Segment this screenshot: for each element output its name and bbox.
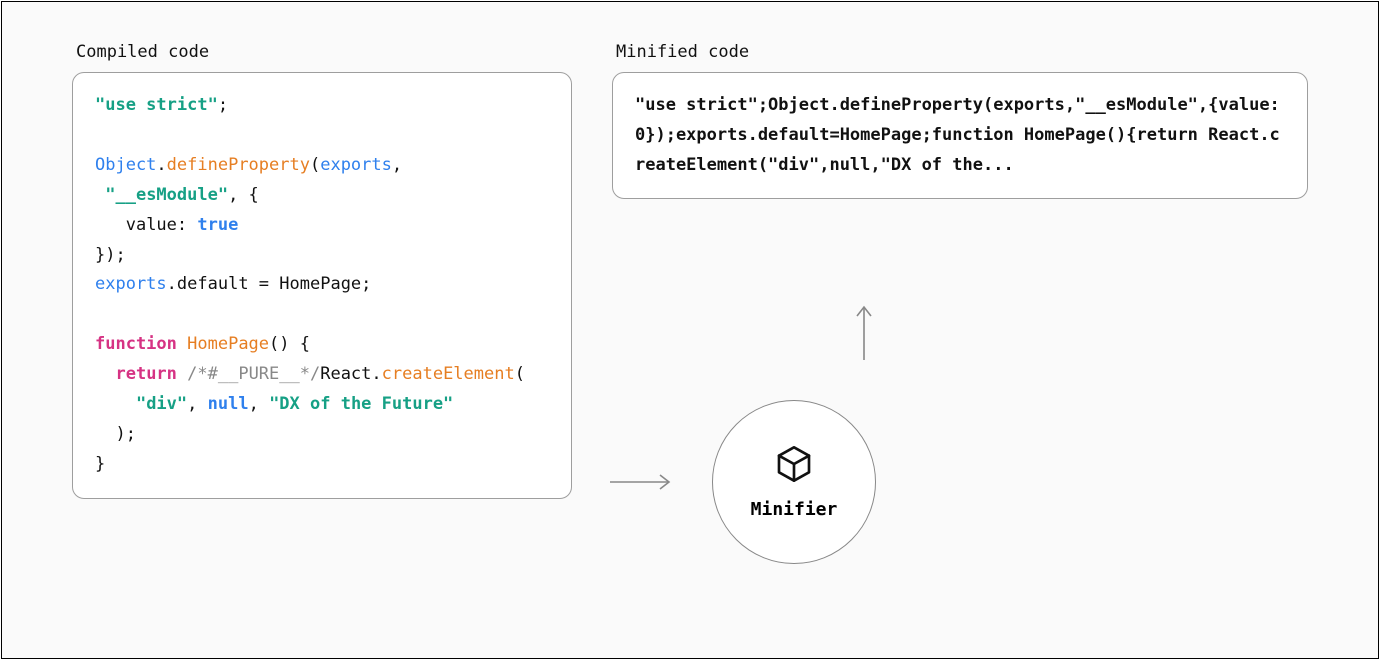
arrow-up-icon	[852, 302, 876, 362]
code-token	[177, 334, 187, 354]
compiled-code-label: Compiled code	[76, 42, 572, 62]
code-token: function	[95, 334, 177, 354]
code-token: exports	[320, 155, 392, 175]
code-token: exports	[95, 274, 167, 294]
code-token: ;	[361, 274, 371, 294]
minifier-node: Minifier	[712, 400, 876, 564]
code-token: }	[95, 454, 105, 474]
code-token: value	[126, 215, 177, 235]
minified-code-label: Minified code	[616, 42, 1308, 62]
code-token: null	[208, 394, 249, 414]
flow-row: Minifier	[608, 400, 876, 564]
code-token: ,	[187, 394, 207, 414]
code-token	[177, 364, 187, 384]
code-token: .	[167, 274, 177, 294]
code-token: :	[177, 215, 197, 235]
code-token: "__esModule"	[105, 185, 228, 205]
box-icon	[774, 444, 814, 489]
code-token: (	[310, 155, 320, 175]
code-token: "div"	[136, 394, 187, 414]
code-token: HomePage	[187, 334, 269, 354]
code-token: HomePage	[279, 274, 361, 294]
code-token: true	[197, 215, 238, 235]
code-token: () {	[269, 334, 310, 354]
code-token: ;	[218, 95, 228, 115]
code-token: .	[371, 364, 381, 384]
code-token: ,	[392, 155, 402, 175]
code-token: /*#__PURE__*/	[187, 364, 320, 384]
arrow-right-icon	[608, 470, 676, 494]
code-token: React	[320, 364, 371, 384]
code-token: , {	[228, 185, 259, 205]
code-token: Object	[95, 155, 156, 175]
code-token: createElement	[382, 364, 515, 384]
code-token: "use strict"	[95, 95, 218, 115]
minifier-label: Minifier	[751, 499, 838, 520]
code-token: =	[249, 274, 280, 294]
code-token: default	[177, 274, 249, 294]
diagram-frame: Compiled code "use strict"; Object.defin…	[1, 1, 1379, 659]
code-token: (	[515, 364, 525, 384]
code-token: .	[156, 155, 166, 175]
code-token: "DX of the Future"	[269, 394, 453, 414]
compiled-code-box: "use strict"; Object.defineProperty(expo…	[72, 72, 572, 499]
code-token: defineProperty	[167, 155, 310, 175]
code-token: );	[115, 424, 135, 444]
code-token: ,	[249, 394, 269, 414]
code-token: });	[95, 245, 126, 265]
minified-code-box: "use strict";Object.defineProperty(expor…	[612, 72, 1308, 199]
code-token: return	[115, 364, 176, 384]
compiled-code-column: Compiled code "use strict"; Object.defin…	[72, 42, 572, 622]
